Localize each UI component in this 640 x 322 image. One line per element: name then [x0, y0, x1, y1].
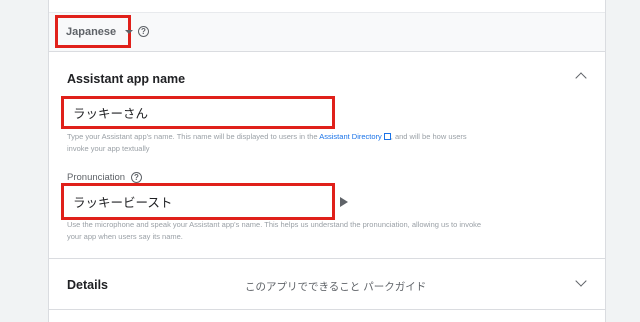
play-icon[interactable] [340, 197, 348, 207]
caret-down-icon [125, 30, 134, 34]
assistant-app-name-title: Assistant app name [67, 72, 186, 86]
external-link-icon[interactable] [383, 133, 391, 140]
pronunciation-help-icon[interactable]: ? [131, 172, 142, 183]
pronunciation-value: ラッキービースト [73, 196, 173, 210]
assistant-app-name-hint: Type your Assistant app's name. This nam… [67, 131, 487, 155]
hint-text-start: Type your Assistant app's name. This nam… [67, 132, 320, 141]
assistant-app-name-value: ラッキーさん [73, 107, 149, 121]
page: Japanese ? Assistant app name ラッキーさん Typ… [0, 0, 640, 322]
pronunciation-input[interactable]: ラッキービースト [61, 183, 335, 220]
section-divider [49, 258, 605, 259]
chevron-down-icon[interactable] [575, 275, 587, 287]
language-bar: Japanese ? [49, 12, 605, 52]
assistant-directory-link[interactable]: Assistant Directory [319, 132, 382, 141]
language-dropdown-label: Japanese [66, 25, 117, 38]
details-title[interactable]: Details [67, 278, 108, 292]
chevron-up-icon[interactable] [575, 72, 587, 84]
section-divider-bottom [49, 309, 605, 310]
pronunciation-hint: Use the microphone and speak your Assist… [67, 220, 482, 241]
help-circle-icon[interactable]: ? [138, 26, 149, 37]
language-dropdown[interactable]: Japanese [55, 15, 134, 48]
app-settings-card: Japanese ? Assistant app name ラッキーさん Typ… [48, 0, 606, 322]
pronunciation-label: Pronunciation [67, 172, 126, 183]
assistant-app-name-input[interactable]: ラッキーさん [61, 96, 335, 129]
details-summary: このアプリでできること パークガイド [245, 281, 427, 293]
